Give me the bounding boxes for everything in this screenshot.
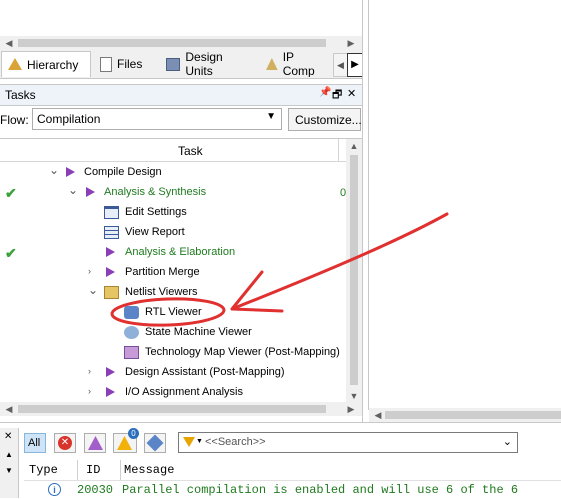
annotation-arrow [230,212,449,311]
red-annotation [110,212,449,327]
annotation-circle [110,297,226,327]
